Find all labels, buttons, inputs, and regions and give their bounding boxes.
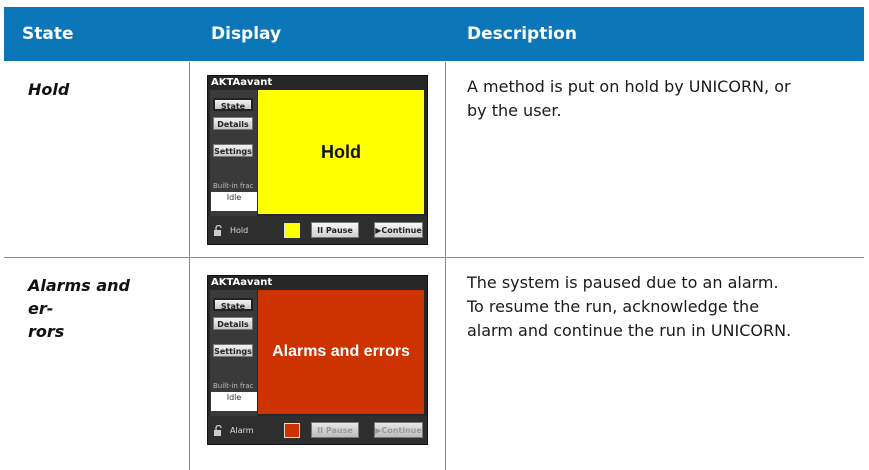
header-display: Display xyxy=(211,24,282,44)
state-button[interactable]: State xyxy=(213,298,253,311)
pause-button[interactable]: II Pause xyxy=(311,422,359,438)
builtin-fraction-label: Built-in frac xyxy=(213,182,254,190)
state-label-alarms: Alarms and er- rors xyxy=(28,274,138,343)
lock-icon xyxy=(213,424,223,439)
idle-status: Idle xyxy=(211,392,257,411)
lock-icon xyxy=(213,224,223,239)
description-line: To resume the run, acknowledge the xyxy=(467,297,760,316)
description-line: The system is paused due to an alarm. xyxy=(467,273,779,292)
continue-button[interactable]: ▶Continue xyxy=(374,422,423,438)
device-status-bar: Alarm II Pause ▶Continue xyxy=(208,416,427,444)
column-divider xyxy=(445,62,446,470)
device-sidebar: State Details Settings Built-in frac Idl… xyxy=(210,90,257,230)
device-display: AKTAavant State Details Settings Built-i… xyxy=(207,75,428,245)
header-state: State xyxy=(22,24,74,44)
description-line: A method is put on hold by UNICORN, or xyxy=(467,77,791,96)
column-divider xyxy=(189,62,190,470)
state-table: State Display Description Hold A method … xyxy=(0,0,869,470)
status-swatch xyxy=(284,223,300,238)
state-screen: Alarms and errors xyxy=(258,290,424,414)
row-divider xyxy=(4,257,864,258)
description-hold: A method is put on hold by UNICORN, or b… xyxy=(467,75,862,123)
device-status-bar: Hold II Pause ▶Continue xyxy=(208,216,427,244)
settings-button[interactable]: Settings xyxy=(213,344,253,357)
pause-button[interactable]: II Pause xyxy=(311,222,359,238)
state-label-line: rors xyxy=(28,322,65,341)
state-button[interactable]: State xyxy=(213,98,253,111)
builtin-fraction-label: Built-in frac xyxy=(213,382,254,390)
device-title: AKTAavant xyxy=(211,277,273,288)
settings-button[interactable]: Settings xyxy=(213,144,253,157)
device-title: AKTAavant xyxy=(211,77,273,88)
status-label: Alarm xyxy=(230,426,254,435)
device-sidebar: State Details Settings Built-in frac Idl… xyxy=(210,290,257,430)
status-label: Hold xyxy=(230,226,249,235)
details-button[interactable]: Details xyxy=(213,117,253,130)
details-button[interactable]: Details xyxy=(213,317,253,330)
state-label-line: Alarms and er- xyxy=(28,276,130,318)
device-display: AKTAavant State Details Settings Built-i… xyxy=(207,275,428,445)
description-alarms: The system is paused due to an alarm. To… xyxy=(467,271,862,343)
header-description: Description xyxy=(467,24,577,44)
idle-status: Idle xyxy=(211,192,257,211)
status-swatch xyxy=(284,423,300,438)
description-line: by the user. xyxy=(467,101,562,120)
state-label-hold: Hold xyxy=(28,80,70,99)
state-screen: Hold xyxy=(258,90,424,214)
table-header: State Display Description xyxy=(4,7,864,61)
description-line: alarm and continue the run in UNICORN. xyxy=(467,321,792,340)
continue-button[interactable]: ▶Continue xyxy=(374,222,423,238)
